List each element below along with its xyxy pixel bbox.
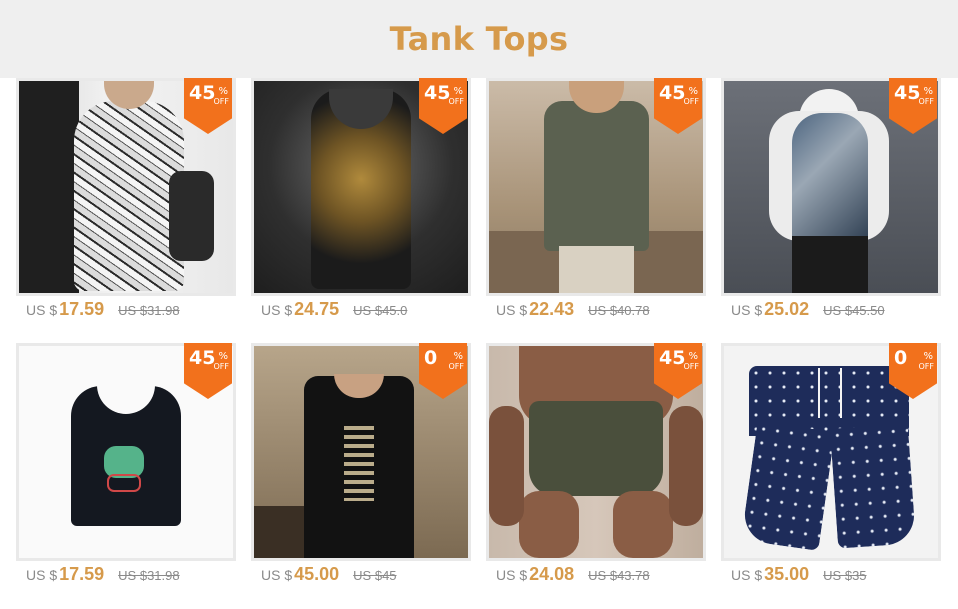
discount-percent-sign: % xyxy=(453,351,463,362)
price-row: US $24.75 US $45.0 xyxy=(261,299,407,323)
original-price: US $45 xyxy=(353,568,397,583)
discount-percent-sign: % xyxy=(453,86,463,97)
sale-price: 35.00 xyxy=(764,564,810,584)
discount-value: 45 xyxy=(189,347,216,369)
product-image-frame[interactable]: 45 % OFF xyxy=(16,343,236,561)
discount-off-label: OFF xyxy=(213,362,230,371)
discount-off-label: OFF xyxy=(683,97,700,106)
original-price: US $31.98 xyxy=(118,303,180,318)
discount-percent-sign: % xyxy=(688,86,698,97)
page-title: Tank Tops xyxy=(389,20,569,58)
price-row: US $25.02 US $45.50 xyxy=(731,299,885,323)
price-row: US $45.00 US $45 xyxy=(261,564,397,588)
product-image-frame[interactable]: 45 % OFF xyxy=(486,78,706,296)
original-price: US $31.98 xyxy=(118,568,180,583)
discount-off-label: OFF xyxy=(918,362,935,371)
discount-percent-sign: % xyxy=(923,351,933,362)
sale-price: 17.59 xyxy=(59,564,105,584)
discount-value: 0 xyxy=(424,347,438,369)
currency-label: US $ xyxy=(26,567,58,583)
original-price: US $40.78 xyxy=(588,303,650,318)
discount-value: 0 xyxy=(894,347,908,369)
discount-percent-sign: % xyxy=(688,351,698,362)
price-row: US $17.59 US $31.98 xyxy=(26,299,180,323)
currency-label: US $ xyxy=(731,567,763,583)
discount-value: 45 xyxy=(659,347,686,369)
discount-percent-sign: % xyxy=(923,86,933,97)
original-price: US $45.0 xyxy=(353,303,408,318)
original-price: US $45.50 xyxy=(823,303,885,318)
currency-label: US $ xyxy=(261,567,293,583)
discount-value: 45 xyxy=(424,82,451,104)
product-image-frame[interactable]: 45 % OFF xyxy=(486,343,706,561)
product-image-frame[interactable]: 0 % OFF xyxy=(251,343,471,561)
sale-price: 22.43 xyxy=(529,299,575,319)
discount-off-label: OFF xyxy=(683,362,700,371)
discount-off-label: OFF xyxy=(213,97,230,106)
discount-percent-sign: % xyxy=(218,351,228,362)
sale-price: 45.00 xyxy=(294,564,340,584)
sale-price: 24.08 xyxy=(529,564,575,584)
discount-percent-sign: % xyxy=(218,86,228,97)
sale-price: 25.02 xyxy=(764,299,810,319)
price-row: US $35.00 US $35 xyxy=(731,564,867,588)
price-row: US $17.59 US $31.98 xyxy=(26,564,180,588)
original-price: US $35 xyxy=(823,568,867,583)
product-image-frame[interactable]: 45 % OFF xyxy=(16,78,236,296)
discount-value: 45 xyxy=(894,82,921,104)
discount-off-label: OFF xyxy=(448,97,465,106)
product-image-frame[interactable]: 0 % OFF xyxy=(721,343,941,561)
currency-label: US $ xyxy=(261,302,293,318)
page-header: Tank Tops xyxy=(0,0,958,78)
original-price: US $43.78 xyxy=(588,568,650,583)
currency-label: US $ xyxy=(496,302,528,318)
currency-label: US $ xyxy=(26,302,58,318)
product-grid: 45 % OFF US $17.59 US $31.98 45 % OFF US … xyxy=(0,78,958,609)
discount-off-label: OFF xyxy=(448,362,465,371)
product-image-frame[interactable]: 45 % OFF xyxy=(251,78,471,296)
price-row: US $22.43 US $40.78 xyxy=(496,299,650,323)
sale-price: 17.59 xyxy=(59,299,105,319)
discount-off-label: OFF xyxy=(918,97,935,106)
discount-value: 45 xyxy=(659,82,686,104)
currency-label: US $ xyxy=(496,567,528,583)
product-image-frame[interactable]: 45 % OFF xyxy=(721,78,941,296)
price-row: US $24.08 US $43.78 xyxy=(496,564,650,588)
sale-price: 24.75 xyxy=(294,299,340,319)
discount-value: 45 xyxy=(189,82,216,104)
currency-label: US $ xyxy=(731,302,763,318)
